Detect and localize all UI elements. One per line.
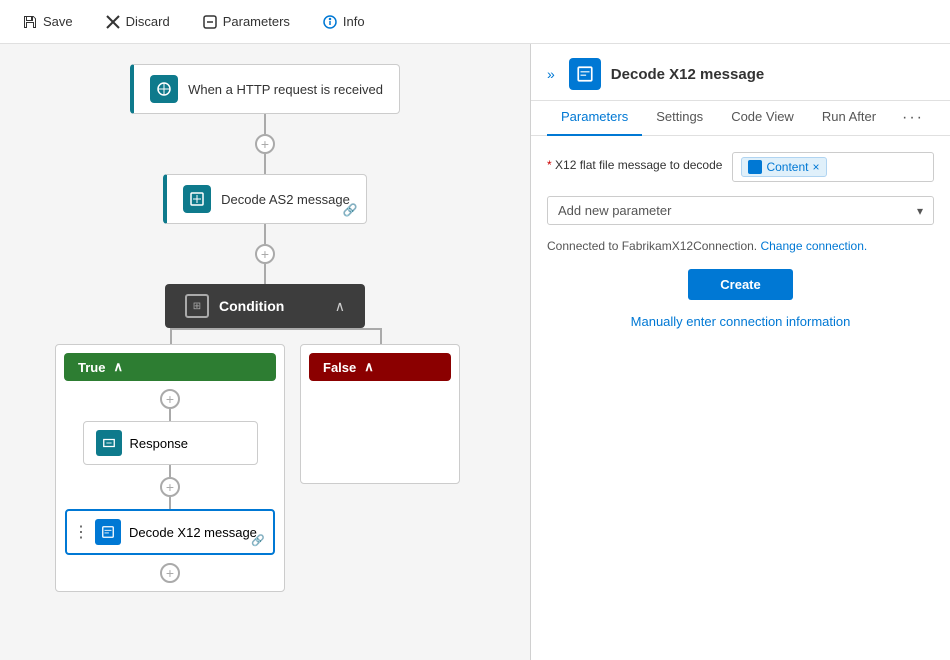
http-icon — [150, 75, 178, 103]
branch-area: True ∧ + Response — [55, 328, 475, 592]
tab-code-view[interactable]: Code View — [717, 101, 808, 136]
response-icon — [96, 430, 122, 456]
v-line-decode2 — [169, 497, 171, 509]
condition-icon: ⊞ — [185, 294, 209, 318]
token-icon — [748, 160, 762, 174]
panel-body: * X12 flat file message to decode Conten… — [531, 136, 950, 660]
line-1b — [264, 154, 266, 174]
panel-title: Decode X12 message — [611, 66, 764, 83]
decode-as2-label: Decode AS2 message — [221, 192, 350, 207]
true-branch-container: True ∧ + Response — [55, 328, 285, 592]
line-2 — [264, 224, 266, 244]
add-btn-1[interactable]: + — [255, 134, 275, 154]
discard-icon — [105, 14, 121, 30]
canvas: When a HTTP request is received + Decode… — [0, 44, 530, 660]
decode-x12-label: Decode X12 message — [129, 525, 257, 540]
toolbar: Save Discard Parameters Info — [0, 0, 950, 44]
dropdown-arrow: ▾ — [917, 204, 923, 218]
v-line-right — [380, 328, 382, 344]
false-branch-container: False ∧ — [285, 328, 475, 484]
link-icon-1: 🔗 — [343, 203, 358, 217]
decode-as2-node[interactable]: Decode AS2 message 🔗 — [163, 174, 367, 224]
panel-node-icon — [569, 58, 601, 90]
condition-chevron: ∧ — [335, 298, 345, 315]
parameters-button[interactable]: Parameters — [196, 10, 296, 34]
token-close-button[interactable]: × — [812, 160, 819, 174]
h-line-right — [285, 328, 380, 330]
manual-link[interactable]: Manually enter connection information — [547, 314, 934, 329]
true-branch: True ∧ + Response — [55, 344, 285, 592]
discard-button[interactable]: Discard — [99, 10, 176, 34]
content-token: Content × — [741, 157, 826, 177]
connector-2: + — [255, 224, 275, 284]
panel-collapse-button[interactable]: » — [547, 66, 555, 82]
flow-container: When a HTTP request is received + Decode… — [20, 64, 510, 592]
h-line-left — [170, 328, 285, 330]
required-marker: * — [547, 158, 552, 172]
x12-field-row: * X12 flat file message to decode Conten… — [547, 152, 934, 182]
token-label: Content — [766, 160, 808, 174]
condition-node[interactable]: ⊞ Condition ∧ — [165, 284, 365, 328]
false-branch-line — [285, 328, 475, 344]
tab-settings[interactable]: Settings — [642, 101, 717, 136]
true-branch-inner: + Response + — [64, 389, 276, 555]
add-btn-true[interactable]: + — [160, 389, 180, 409]
false-chevron: ∧ — [364, 359, 374, 375]
line-2b — [264, 264, 266, 284]
true-branch-header[interactable]: True ∧ — [64, 353, 276, 381]
line-1 — [264, 114, 266, 134]
add-btn-bottom[interactable]: + — [160, 563, 180, 583]
decode-as2-icon — [183, 185, 211, 213]
three-dots: ⋮ — [73, 522, 90, 542]
v-line-response — [169, 409, 171, 421]
tab-more-button[interactable]: ··· — [892, 101, 934, 135]
condition-label: Condition — [219, 298, 325, 314]
parameters-icon — [202, 14, 218, 30]
save-icon — [22, 14, 38, 30]
x12-field-label: * X12 flat file message to decode — [547, 152, 722, 172]
panel-tabs: Parameters Settings Code View Run After … — [531, 101, 950, 136]
false-label: False — [323, 360, 356, 375]
http-node-label: When a HTTP request is received — [188, 82, 383, 97]
x12-label-text: X12 flat file message to decode — [555, 158, 722, 172]
connection-text: Connected to FabrikamX12Connection. — [547, 239, 757, 253]
tab-parameters[interactable]: Parameters — [547, 101, 642, 136]
add-param-row: Add new parameter ▾ — [547, 196, 934, 225]
response-label: Response — [130, 436, 189, 451]
response-node[interactable]: Response — [83, 421, 258, 465]
http-request-node[interactable]: When a HTTP request is received — [130, 64, 400, 114]
more-dots: ··· — [902, 109, 924, 126]
main-layout: When a HTTP request is received + Decode… — [0, 44, 950, 660]
v-line-decode — [169, 465, 171, 477]
connection-info: Connected to FabrikamX12Connection. Chan… — [547, 239, 934, 253]
x12-token-input[interactable]: Content × — [732, 152, 934, 182]
add-btn-bottom-container: + — [64, 563, 276, 583]
add-param-placeholder: Add new parameter — [558, 203, 671, 218]
true-chevron: ∧ — [113, 359, 123, 375]
link-icon-decode: 🔗 — [251, 534, 265, 547]
right-panel: » Decode X12 message Parameters Settings… — [530, 44, 950, 660]
tab-run-after[interactable]: Run After — [808, 101, 890, 136]
false-branch: False ∧ — [300, 344, 460, 484]
info-button[interactable]: Info — [316, 10, 371, 34]
connector-1: + — [255, 114, 275, 174]
info-icon — [322, 14, 338, 30]
false-branch-header[interactable]: False ∧ — [309, 353, 451, 381]
panel-header: » Decode X12 message — [531, 44, 950, 101]
save-button[interactable]: Save — [16, 10, 79, 34]
true-label: True — [78, 360, 105, 375]
add-btn-2[interactable]: + — [255, 244, 275, 264]
add-param-dropdown[interactable]: Add new parameter ▾ — [547, 196, 934, 225]
true-branch-line — [55, 328, 285, 344]
v-line-left — [170, 328, 172, 344]
create-button[interactable]: Create — [688, 269, 792, 300]
decode-x12-icon — [95, 519, 121, 545]
add-btn-decode[interactable]: + — [160, 477, 180, 497]
change-connection-link[interactable]: Change connection. — [760, 239, 867, 253]
decode-x12-node[interactable]: ⋮ Decode X12 message 🔗 — [65, 509, 275, 555]
